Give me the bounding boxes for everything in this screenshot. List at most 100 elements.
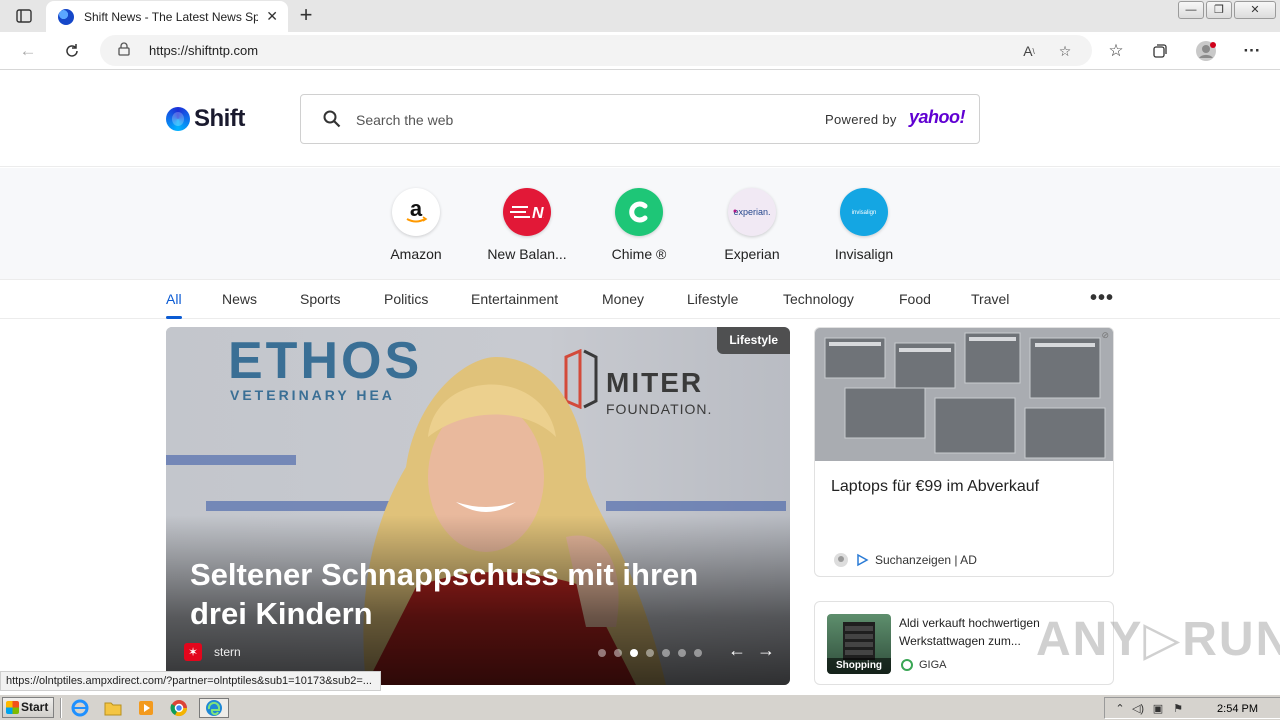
chrome-icon[interactable]: [167, 698, 191, 718]
shortcut-label: Chime ®: [611, 246, 667, 262]
new-tab-icon[interactable]: +: [294, 4, 318, 28]
experian-icon: experian.: [728, 188, 776, 236]
file-explorer-icon[interactable]: [101, 698, 125, 718]
status-bar-url: https://olntptiles.ampxdirect.com/?partn…: [0, 671, 381, 691]
search-input[interactable]: [356, 109, 796, 131]
ad-card-laptops[interactable]: ⊘ Laptops für €99 im Abverkauf Suchanzei…: [814, 327, 1114, 577]
category-badge[interactable]: Lifestyle: [717, 327, 790, 354]
site-header: Shift Powered by yahoo!: [0, 71, 1280, 167]
system-tray: ⌃ ◁) ▣ ⚑ 2:54 PM: [1104, 697, 1280, 719]
window-controls: — ❐ ✕: [1177, 0, 1280, 20]
search-icon[interactable]: [323, 110, 341, 128]
site-favicon-icon: [58, 8, 74, 25]
restore-button[interactable]: ❐: [1206, 1, 1232, 19]
windows-logo-icon: [6, 701, 19, 714]
carousel-dot[interactable]: [646, 649, 654, 657]
edge-taskbar-icon[interactable]: [199, 698, 229, 718]
hero-source[interactable]: ✶ stern: [184, 643, 241, 661]
url-text[interactable]: https://shiftntp.com: [149, 43, 258, 58]
carousel-dot[interactable]: [694, 649, 702, 657]
read-aloud-icon[interactable]: A \: [1017, 39, 1041, 63]
search-box: Powered by yahoo!: [300, 94, 980, 144]
giga-logo-icon: [901, 659, 913, 671]
category-nav: All News Sports Politics Entertainment M…: [0, 281, 1280, 319]
tab-news[interactable]: News: [222, 291, 257, 307]
sponsor-avatar-icon: [834, 553, 848, 567]
taskbar-separator: [60, 698, 62, 718]
carousel-prev-arrow-icon[interactable]: ←: [726, 640, 748, 661]
refresh-icon[interactable]: [60, 39, 84, 63]
tab-travel[interactable]: Travel: [971, 291, 1009, 307]
taskbar-clock[interactable]: 2:54 PM: [1217, 703, 1258, 715]
tray-expand-icon[interactable]: ⌃: [1113, 703, 1127, 715]
settings-more-icon[interactable]: ···: [1240, 39, 1264, 63]
tab-technology[interactable]: Technology: [783, 291, 854, 307]
stern-logo-icon: ✶: [184, 643, 202, 661]
carousel-next-arrow-icon[interactable]: →: [755, 640, 777, 661]
ad-card-source: Suchanzeigen | AD: [833, 552, 977, 568]
shortcut-label: Invisalign: [834, 246, 894, 262]
active-tab-underline: [166, 316, 182, 319]
powered-by-label: Powered by: [825, 112, 897, 127]
shortcut-amazon[interactable]: a Amazon: [366, 188, 466, 262]
laptops-stack-image: [815, 328, 1113, 461]
tab-money[interactable]: Money: [602, 291, 644, 307]
shortcut-chime[interactable]: Chime ®: [589, 188, 689, 262]
favorites-icon[interactable]: ☆: [1104, 39, 1128, 63]
new-balance-icon: NB: [503, 188, 551, 236]
svg-text:invisalign: invisalign: [852, 210, 877, 216]
tab-politics[interactable]: Politics: [384, 291, 428, 307]
minimize-button[interactable]: —: [1178, 1, 1204, 19]
tab-food[interactable]: Food: [899, 291, 931, 307]
shortcut-label: Amazon: [390, 246, 442, 262]
ad-choices-icon[interactable]: ⊘: [1101, 330, 1109, 341]
news-card-source-name: GIGA: [919, 659, 947, 671]
collections-icon[interactable]: [1148, 39, 1172, 63]
carousel-dots: [598, 649, 702, 657]
shortcut-experian[interactable]: experian. Experian: [702, 188, 802, 262]
tab-all[interactable]: All: [166, 291, 182, 307]
more-categories-icon[interactable]: •••: [1090, 287, 1114, 310]
anyrun-watermark: ANY▷RUN: [1036, 613, 1280, 666]
browser-tabstrip: Shift News - The Latest News Spo ✕ + — ❐…: [0, 0, 1280, 32]
profile-avatar-icon[interactable]: [1194, 39, 1218, 63]
hero-carousel[interactable]: ETHOS VETERINARY HEA MITER FOUNDATION. L…: [166, 327, 790, 685]
carousel-dot[interactable]: [598, 649, 606, 657]
media-player-icon[interactable]: [134, 698, 158, 718]
carousel-dot-active[interactable]: [630, 649, 638, 657]
address-bar[interactable]: https://shiftntp.com A \ ☆: [100, 35, 1092, 66]
shortcut-label: New Balan...: [487, 246, 567, 262]
lock-icon: [118, 42, 130, 56]
start-button[interactable]: Start: [2, 697, 54, 718]
svg-text:a: a: [410, 197, 423, 221]
back-arrow-icon[interactable]: ←: [16, 39, 40, 63]
shortcut-new-balance[interactable]: NB New Balan...: [477, 188, 577, 262]
close-window-button[interactable]: ✕: [1234, 1, 1276, 19]
carousel-dot[interactable]: [614, 649, 622, 657]
shift-logo[interactable]: Shift: [166, 105, 245, 133]
news-card-source: GIGA: [901, 659, 947, 671]
internet-explorer-icon[interactable]: [68, 698, 92, 718]
tab-title: Shift News - The Latest News Spo: [84, 9, 259, 24]
tab-entertainment[interactable]: Entertainment: [471, 291, 558, 307]
tab-close-icon[interactable]: ✕: [266, 8, 278, 25]
thumbnail-badge: Shopping: [827, 658, 891, 674]
tab-sports[interactable]: Sports: [300, 291, 340, 307]
carousel-dot[interactable]: [662, 649, 670, 657]
shortcuts-bar: a Amazon NB New Balan... Chime ® experia…: [0, 168, 1280, 280]
amazon-icon: a: [392, 188, 440, 236]
ad-card-title[interactable]: Laptops für €99 im Abverkauf: [831, 478, 1039, 496]
invisalign-icon: invisalign: [840, 188, 888, 236]
add-favorite-icon[interactable]: ☆: [1053, 39, 1077, 63]
hero-headline[interactable]: Seltener Schnappschuss mit ihren drei Ki…: [190, 555, 750, 633]
start-label: Start: [21, 700, 49, 714]
shortcut-invisalign[interactable]: invisalign Invisalign: [814, 188, 914, 262]
windows-taskbar: Start ⌃ ◁) ▣ ⚑ 2:54 PM: [0, 694, 1280, 720]
volume-icon[interactable]: ◁): [1131, 703, 1145, 715]
network-icon[interactable]: ▣: [1151, 703, 1165, 715]
carousel-dot[interactable]: [678, 649, 686, 657]
browser-tab-active[interactable]: Shift News - The Latest News Spo ✕: [46, 1, 288, 32]
action-center-flag-icon[interactable]: ⚑: [1171, 703, 1185, 715]
tab-lifestyle[interactable]: Lifestyle: [687, 291, 738, 307]
tab-actions-icon[interactable]: [8, 4, 40, 28]
